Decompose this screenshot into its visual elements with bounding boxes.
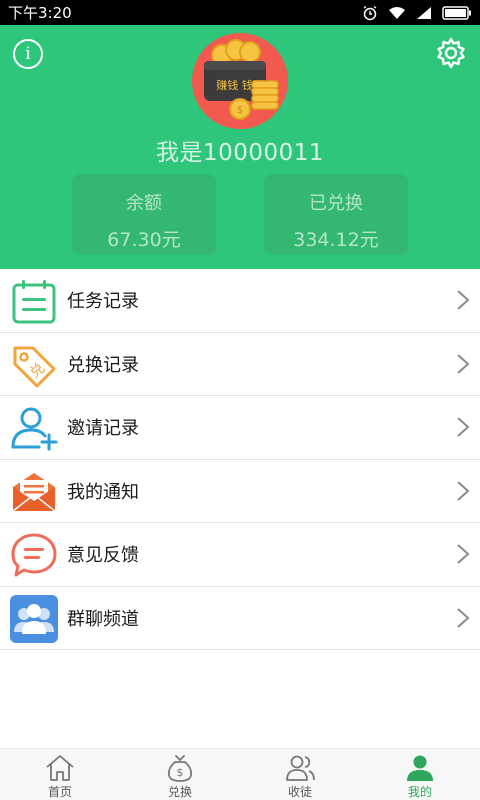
- alarm-icon: [363, 5, 377, 20]
- battery-icon: [442, 5, 471, 20]
- menu-label: 兑换记录: [67, 354, 139, 376]
- home-icon: [46, 755, 74, 781]
- status-bar: 下午3:20: [0, 0, 480, 25]
- menu-item-notifications[interactable]: 我的通知: [0, 459, 480, 523]
- chevron-right-icon: [457, 290, 470, 310]
- svg-text:$: $: [237, 105, 243, 116]
- menu-item-invite-records[interactable]: 邀请记录: [0, 396, 480, 460]
- person-icon: [407, 755, 433, 781]
- nav-label: 兑换: [167, 785, 192, 799]
- menu-label: 任务记录: [67, 291, 139, 313]
- settings-gear-icon[interactable]: [435, 37, 467, 69]
- exchanged-label: 已兑换: [309, 193, 363, 214]
- bottom-nav: 首页 $ 兑换 收徒 我的: [0, 748, 480, 800]
- menu-item-group-channel[interactable]: 群聊频道: [0, 586, 480, 650]
- nav-tab-apprentice[interactable]: 收徒: [240, 749, 360, 800]
- chevron-right-icon: [457, 608, 470, 628]
- group-icon: [10, 594, 58, 643]
- status-time: 下午3:20: [8, 4, 72, 22]
- menu-item-feedback[interactable]: 意见反馈: [0, 523, 480, 587]
- people-icon: [286, 755, 315, 781]
- balance-value: 67.30元: [107, 229, 181, 251]
- menu-label: 邀请记录: [67, 418, 139, 440]
- nav-tab-mine[interactable]: 我的: [360, 749, 480, 800]
- exchanged-value: 334.12元: [293, 229, 379, 251]
- chat-bubble-icon: [11, 533, 57, 577]
- nav-tab-exchange[interactable]: $ 兑换: [120, 749, 240, 800]
- menu-list: 任务记录 兑 兑换记录 邀请记录 我的通知 意见反馈 群聊频道: [0, 269, 480, 650]
- menu-label: 意见反馈: [67, 545, 139, 567]
- balance-box[interactable]: 余额 67.30元: [72, 174, 216, 255]
- menu-label: 我的通知: [67, 481, 139, 503]
- price-tag-icon: 兑: [13, 346, 56, 387]
- signal-icon: [417, 6, 431, 19]
- clipboard-icon: [12, 280, 56, 324]
- money-bag-icon: $: [167, 755, 193, 782]
- exchanged-box[interactable]: 已兑换 334.12元: [264, 174, 408, 255]
- svg-text:$: $: [177, 766, 184, 779]
- nav-label: 我的: [407, 785, 432, 799]
- chevron-right-icon: [457, 481, 470, 501]
- profile-header: i 赚钱 钱赚 $ 我是10000011 余额 67.30元 已兑换 334.1…: [0, 25, 480, 269]
- avatar[interactable]: 赚钱 钱赚 $: [192, 33, 288, 129]
- menu-item-exchange-records[interactable]: 兑 兑换记录: [0, 332, 480, 396]
- nav-label: 收徒: [287, 785, 312, 799]
- chevron-right-icon: [457, 417, 470, 437]
- envelope-icon: [12, 472, 56, 512]
- chevron-right-icon: [457, 544, 470, 564]
- username: 我是10000011: [155, 140, 325, 166]
- wallet-coins-icon: 赚钱 钱赚 $: [204, 39, 279, 120]
- info-icon[interactable]: i: [13, 39, 43, 69]
- balance-label: 余额: [126, 193, 162, 214]
- nav-label: 首页: [47, 785, 72, 799]
- wifi-icon: [389, 6, 405, 19]
- chevron-right-icon: [457, 354, 470, 374]
- menu-item-task-records[interactable]: 任务记录: [0, 269, 480, 333]
- add-user-icon: [11, 407, 58, 451]
- menu-label: 群聊频道: [67, 608, 139, 630]
- nav-tab-home[interactable]: 首页: [0, 749, 120, 800]
